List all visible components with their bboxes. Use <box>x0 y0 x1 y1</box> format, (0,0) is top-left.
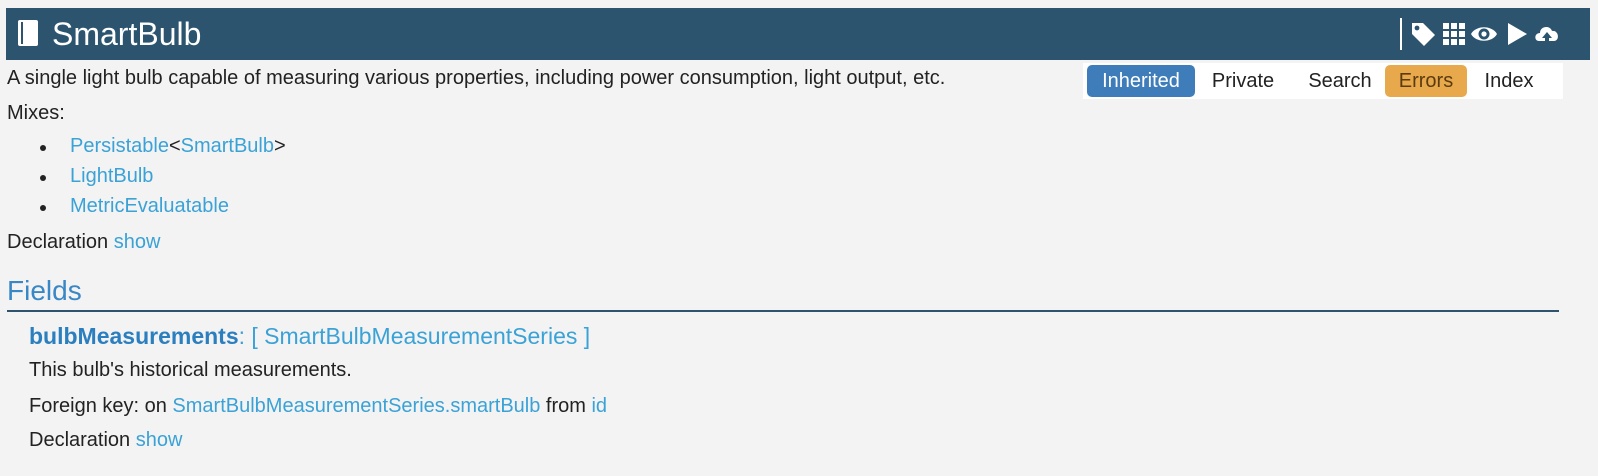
lightbulb-link[interactable]: LightBulb <box>70 165 153 187</box>
mixes-label: Mixes: <box>7 102 65 124</box>
fk-from: from <box>545 395 586 417</box>
private-toggle[interactable]: Private <box>1201 65 1285 97</box>
title-divider <box>1400 18 1402 50</box>
foreign-key-row: Foreign key: on SmartBulbMeasurementSeri… <box>29 394 607 418</box>
page-title: SmartBulb <box>52 16 202 52</box>
tag-icon[interactable] <box>1409 20 1437 48</box>
inherited-toggle[interactable]: Inherited <box>1087 65 1195 97</box>
declaration-label: Declaration <box>29 429 131 451</box>
declaration-show-link[interactable]: show <box>114 231 161 253</box>
declaration-row: Declaration show <box>7 230 160 254</box>
fk-prefix: Foreign key: on <box>29 395 167 417</box>
class-description: A single light bulb capable of measuring… <box>7 67 946 89</box>
metric-evaluatable-link[interactable]: MetricEvaluatable <box>70 195 229 217</box>
smartbulb-type-link[interactable]: SmartBulb <box>181 135 274 157</box>
bullet <box>40 145 46 151</box>
field-type-link[interactable]: : [ SmartBulbMeasurementSeries ] <box>239 323 591 349</box>
field-description: This bulb's historical measurements. <box>29 359 352 381</box>
eye-icon[interactable] <box>1470 20 1498 48</box>
generic-open: < <box>168 135 181 157</box>
field-declaration-row: Declaration show <box>29 428 182 452</box>
declaration-label: Declaration <box>7 231 109 253</box>
generic-close: > <box>274 135 286 157</box>
field-signature: bulbMeasurements: [ SmartBulbMeasurement… <box>29 322 590 350</box>
bullet <box>40 175 46 181</box>
field-name-link[interactable]: bulbMeasurements <box>29 323 239 349</box>
title-bar: SmartBulb <box>6 8 1590 60</box>
cloud-upload-icon[interactable] <box>1533 20 1561 48</box>
view-options-bar: Inherited Private Search Errors Index <box>1083 63 1563 99</box>
grid-icon[interactable] <box>1440 20 1468 48</box>
fk-target-link[interactable]: SmartBulbMeasurementSeries.smartBulb <box>172 395 540 417</box>
divider <box>7 310 1559 312</box>
persistable-link[interactable]: Persistable <box>70 135 169 157</box>
fk-key-link[interactable]: id <box>591 395 607 417</box>
book-icon <box>18 20 40 46</box>
fields-heading: Fields <box>7 275 82 306</box>
errors-button[interactable]: Errors <box>1385 65 1467 97</box>
declaration-show-link[interactable]: show <box>136 429 183 451</box>
play-icon[interactable] <box>1503 20 1531 48</box>
search-button[interactable]: Search <box>1295 65 1385 97</box>
bullet <box>40 205 46 211</box>
index-button[interactable]: Index <box>1471 65 1547 97</box>
